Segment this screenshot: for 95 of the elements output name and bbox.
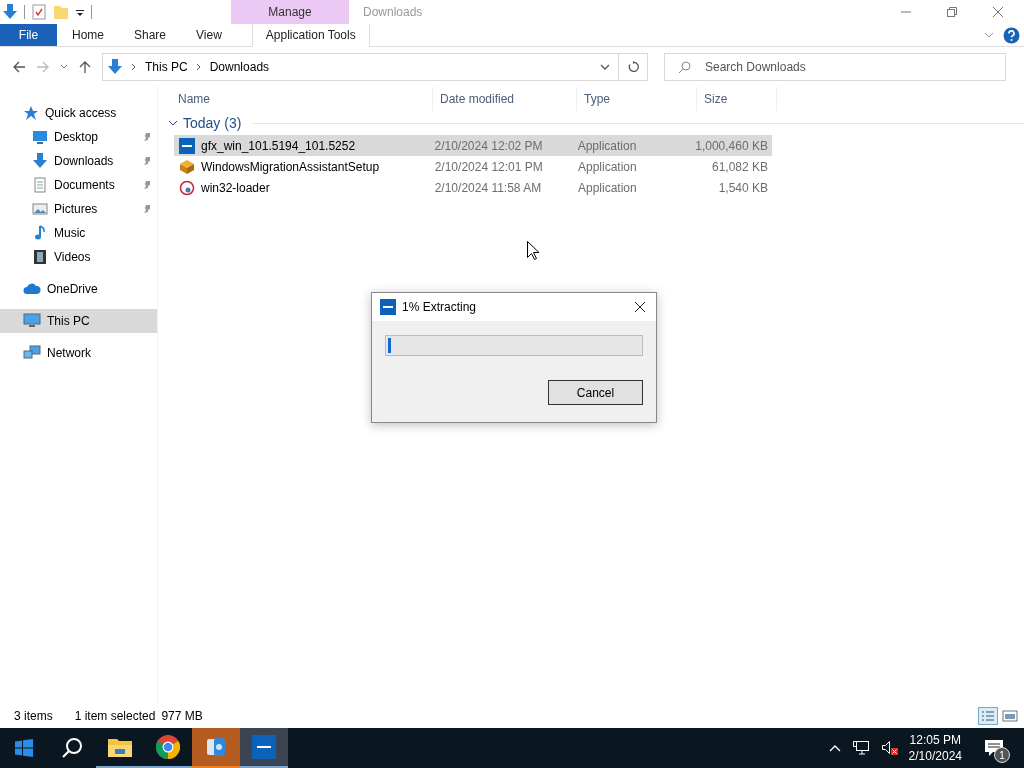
back-icon[interactable]: [12, 60, 26, 74]
sidebar-item[interactable]: Quick access: [0, 101, 157, 125]
table-cell-text: 61,082 KB: [710, 159, 769, 174]
sidebar-item[interactable]: Desktop: [0, 125, 157, 149]
context-tab-group: Manage: [231, 0, 349, 24]
pin-icon[interactable]: [142, 132, 152, 142]
help-icon[interactable]: [1003, 26, 1020, 44]
refresh-button[interactable]: [618, 53, 648, 81]
app-icon: [179, 179, 195, 196]
column-header[interactable]: Date modified: [433, 87, 577, 111]
thumbnail-view-icon[interactable]: [1002, 709, 1018, 723]
refresh-icon: [627, 61, 639, 73]
dropdown-icon[interactable]: [600, 63, 610, 71]
status-text: 3 items: [14, 709, 53, 723]
browser-icon: [156, 735, 180, 759]
table-cell-text: 2/10/2024 12:01 PM: [433, 159, 544, 174]
table-cell-text: Application: [576, 138, 638, 153]
table-cell-text: 2/10/2024 11:58 AM: [433, 180, 543, 195]
table-cell-text: 1,540 KB: [717, 180, 769, 195]
file-name: WindowsMigrationAssistantSetup: [201, 159, 380, 174]
app-icon: [380, 299, 396, 315]
sidebar-item[interactable]: Music: [0, 221, 157, 245]
package-icon: [179, 158, 195, 175]
table-cell-text: Application: [576, 180, 638, 195]
search-icon: [61, 737, 83, 759]
cancel-button[interactable]: Cancel: [548, 380, 643, 405]
download-icon[interactable]: [2, 4, 18, 20]
table-cell-text: Application: [576, 159, 638, 174]
chevron-icon: [131, 63, 137, 71]
film-icon: [32, 249, 48, 265]
app-icon: [252, 735, 276, 759]
app-icon: [205, 735, 227, 759]
cloud-icon: [23, 283, 41, 295]
chevron-icon: [195, 63, 202, 71]
status-text: 1 item selected: [74, 709, 156, 723]
network-icon[interactable]: [852, 740, 869, 756]
folder-icon: [108, 737, 132, 757]
collapse-icon[interactable]: [168, 119, 178, 127]
column-header[interactable]: Type: [577, 87, 697, 111]
file-name: win32-loader: [201, 180, 270, 195]
download-icon: [107, 59, 123, 75]
column-header[interactable]: Size: [697, 87, 777, 111]
date-text: 2/10/2024: [908, 748, 962, 764]
up-icon[interactable]: [78, 60, 92, 74]
ribbon-tab[interactable]: Home: [57, 24, 119, 46]
mouse-cursor-icon: [527, 241, 539, 260]
file-row[interactable]: gfx_win_101.5194_101.5252 2/10/2024 12:02 PM Application 1,000,460 KB: [174, 135, 772, 156]
sidebar-item[interactable]: Network: [0, 341, 157, 365]
properties-icon[interactable]: [31, 4, 47, 20]
app-icon: [179, 137, 195, 154]
file-name: gfx_win_101.5194_101.5252: [201, 138, 356, 153]
computer-icon: [23, 313, 41, 329]
ribbon-tab[interactable]: Application Tools: [251, 23, 370, 47]
time-text: 12:05 PM: [909, 732, 961, 748]
restore-icon[interactable]: [946, 6, 958, 18]
desktop-icon: [32, 129, 48, 145]
ribbon-tab[interactable]: File: [0, 24, 57, 46]
network-icon: [23, 345, 41, 361]
notification-button[interactable]: 1: [972, 728, 1016, 768]
ribbon-tab[interactable]: Share: [119, 24, 182, 46]
group-header[interactable]: Today (3): [183, 115, 242, 131]
sidebar-item[interactable]: Pictures: [0, 197, 157, 221]
download-icon: [32, 153, 48, 169]
window-title: Downloads: [363, 5, 423, 19]
column-header[interactable]: Name: [171, 87, 433, 111]
pin-icon[interactable]: [142, 156, 152, 166]
breadcrumb[interactable]: Downloads: [209, 60, 270, 74]
sidebar-item[interactable]: Videos: [0, 245, 157, 269]
sidebar-item[interactable]: OneDrive: [0, 277, 157, 301]
sidebar-item[interactable]: Documents: [0, 173, 157, 197]
pictures-icon: [32, 201, 48, 217]
status-text: 977 MB: [161, 709, 203, 723]
close-icon[interactable]: [634, 301, 646, 313]
document-icon: [32, 177, 48, 193]
notification-badge: 1: [994, 747, 1010, 763]
file-row[interactable]: win32-loader 2/10/2024 11:58 AM Application 1,540 KB: [174, 177, 772, 198]
file-row[interactable]: WindowsMigrationAssistantSetup 2/10/2024 12:01 PM Application 61,082 KB: [174, 156, 772, 177]
table-cell-text: 2/10/2024 12:02 PM: [433, 138, 544, 153]
dialog-title: 1% Extracting: [402, 300, 477, 314]
sidebar-item[interactable]: Downloads: [0, 149, 157, 173]
show-hidden-icons-icon[interactable]: [828, 744, 841, 752]
clock[interactable]: 12:05 PM 2/10/2024: [908, 732, 962, 764]
star-icon: [23, 105, 39, 121]
music-note-icon: [32, 225, 48, 241]
pin-icon[interactable]: [142, 180, 152, 190]
ribbon-tab[interactable]: View: [181, 24, 237, 46]
sidebar-item[interactable]: This PC: [0, 309, 157, 333]
windows-logo-icon: [15, 739, 33, 757]
pin-icon[interactable]: [142, 204, 152, 214]
search-field[interactable]: Search Downloads: [664, 53, 1006, 81]
breadcrumb[interactable]: This PC: [145, 60, 188, 74]
recent-locations-icon[interactable]: [60, 63, 68, 71]
address-bar[interactable]: This PC Downloads: [102, 53, 618, 81]
table-cell-text: 1,000,460 KB: [694, 138, 769, 153]
muted-speaker-icon[interactable]: [880, 740, 899, 756]
